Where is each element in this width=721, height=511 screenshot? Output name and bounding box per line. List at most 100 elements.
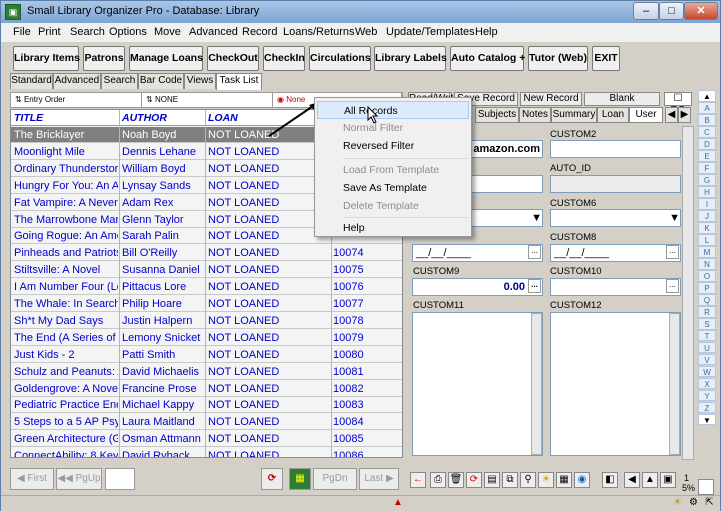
tab-scroll-left-icon[interactable]: ◀ bbox=[665, 107, 678, 123]
menu-delete-template[interactable]: Delete Template bbox=[317, 197, 469, 215]
alpha-y[interactable]: Y bbox=[698, 389, 716, 402]
library-labels-button[interactable]: Library Labels bbox=[374, 46, 447, 71]
custom6-dropdown[interactable]: ▼ bbox=[550, 209, 681, 227]
gallery-icon[interactable]: ▦ bbox=[556, 472, 572, 488]
table-row[interactable]: Schulz and Peanuts: A David Michaelis NOT … bbox=[11, 364, 402, 380]
menu-help[interactable]: Help bbox=[475, 26, 498, 38]
table-row[interactable]: ConnectAbility: 8 Keys David Ryback NOT LO… bbox=[11, 448, 402, 457]
menu-advanced[interactable]: Advanced bbox=[189, 26, 238, 38]
tab-notes[interactable]: Notes bbox=[519, 107, 551, 123]
panel-scrollbar[interactable] bbox=[682, 126, 694, 460]
tab-summary[interactable]: Summary bbox=[551, 107, 597, 123]
alpha-u[interactable]: U bbox=[698, 341, 716, 354]
tutor-web-button[interactable]: Tutor (Web) bbox=[528, 46, 588, 71]
tab-task-list[interactable]: Task List bbox=[216, 73, 262, 90]
tab-bar-code[interactable]: Bar Code bbox=[138, 73, 184, 89]
record-number-input[interactable] bbox=[105, 468, 135, 490]
column-header-title[interactable]: TITLE bbox=[14, 112, 43, 124]
alpha-i[interactable]: I bbox=[698, 197, 716, 210]
library-items-button[interactable]: Library Items bbox=[13, 46, 80, 71]
lightbulb-icon[interactable]: ☀ bbox=[671, 496, 684, 509]
alpha-k[interactable]: K bbox=[698, 221, 716, 234]
table-row[interactable]: 5 Steps to a 5 AP Psy Laura Maitland NOT L… bbox=[11, 414, 402, 431]
custom10-field[interactable]: ... bbox=[550, 278, 681, 296]
alpha-z[interactable]: Z bbox=[698, 401, 716, 414]
minimize-button[interactable]: – bbox=[633, 2, 659, 20]
menu-web[interactable]: Web bbox=[355, 26, 377, 38]
refresh-icon[interactable]: ⟳ bbox=[466, 472, 482, 488]
alpha-g[interactable]: G bbox=[698, 173, 716, 186]
alpha-s[interactable]: S bbox=[698, 317, 716, 330]
sort-field-2[interactable]: ⇅ NONE bbox=[142, 93, 273, 107]
menu-all-records[interactable]: All Records bbox=[317, 101, 469, 119]
alpha-r[interactable]: R bbox=[698, 305, 716, 318]
table-row[interactable]: Goldengrove: A Novel Francine Prose NOT LO… bbox=[11, 381, 402, 397]
split-arrow-icon[interactable]: ▲ bbox=[392, 496, 404, 509]
alpha-b[interactable]: B bbox=[698, 113, 716, 126]
tab-search[interactable]: Search bbox=[101, 73, 138, 89]
ellipsis-button[interactable]: ... bbox=[666, 245, 679, 259]
info-icon[interactable]: ▣ bbox=[660, 472, 676, 488]
sort-field-1[interactable]: ⇅ Entry Order bbox=[11, 93, 142, 107]
menu-normal-filter[interactable]: Normal Filter bbox=[317, 119, 469, 137]
table-row[interactable]: Just Kids - 2 Patti Smith NOT LOANED 10080 bbox=[11, 347, 402, 363]
blank-button[interactable]: Blank bbox=[584, 92, 660, 106]
menu-print[interactable]: Print bbox=[38, 26, 61, 38]
refresh-icon[interactable]: ⟳ bbox=[261, 468, 283, 490]
alpha-q[interactable]: Q bbox=[698, 293, 716, 306]
menu-file[interactable]: File bbox=[13, 26, 31, 38]
menu-help-item[interactable]: Help bbox=[317, 219, 469, 237]
ro-checkbox[interactable]: ☐ RO bbox=[664, 92, 692, 116]
alpha-x[interactable]: X bbox=[698, 377, 716, 390]
last-button[interactable]: Last ▶ bbox=[359, 468, 399, 490]
alpha-n[interactable]: N bbox=[698, 257, 716, 270]
circulations-button[interactable]: Circulations bbox=[309, 46, 371, 71]
alpha-v[interactable]: V bbox=[698, 353, 716, 366]
copy-icon[interactable]: ⧉ bbox=[502, 472, 518, 488]
tab-loan[interactable]: Loan bbox=[597, 107, 629, 123]
attach-icon[interactable]: ▲ bbox=[642, 472, 658, 488]
delete-icon[interactable]: 🗑 bbox=[448, 472, 464, 488]
alpha-d[interactable]: D bbox=[698, 137, 716, 150]
maximize-button[interactable]: □ bbox=[659, 2, 684, 20]
alpha-o[interactable]: O bbox=[698, 269, 716, 282]
custom9-field[interactable]: 0.00... bbox=[412, 278, 543, 296]
table-row[interactable]: Pinheads and Patriots Bill O'Reilly NOT LO… bbox=[11, 245, 402, 262]
back-arrow-icon[interactable]: ← bbox=[410, 472, 426, 488]
print-icon[interactable]: ⎙ bbox=[430, 472, 446, 488]
menu-search[interactable]: Search bbox=[70, 26, 105, 38]
alpha-c[interactable]: C bbox=[698, 125, 716, 138]
table-row[interactable]: Green Architecture (Gr Osman Attmann NOT L… bbox=[11, 431, 402, 448]
custom2-field[interactable] bbox=[550, 140, 681, 158]
table-row[interactable]: Stiltsville: A Novel Susanna Daniel NOT LO… bbox=[11, 262, 402, 279]
tip-icon[interactable]: ☀ bbox=[538, 472, 554, 488]
alpha-a[interactable]: A bbox=[698, 101, 716, 114]
patrons-button[interactable]: Patrons bbox=[83, 46, 125, 71]
alpha-w[interactable]: W bbox=[698, 365, 716, 378]
tab-views[interactable]: Views bbox=[184, 73, 216, 89]
alpha-p[interactable]: P bbox=[698, 281, 716, 294]
web-icon[interactable]: ◉ bbox=[574, 472, 590, 488]
scrollbar[interactable] bbox=[669, 313, 680, 455]
new-record-button[interactable]: New Record bbox=[520, 92, 582, 106]
custom12-textarea[interactable] bbox=[550, 312, 681, 456]
alpha-m[interactable]: M bbox=[698, 245, 716, 258]
manage-loans-button[interactable]: Manage Loans bbox=[129, 46, 203, 71]
menu-loans-returns[interactable]: Loans/Returns bbox=[283, 26, 355, 38]
menu-move[interactable]: Move bbox=[154, 26, 181, 38]
alpha-j[interactable]: J bbox=[698, 209, 716, 222]
checkout-button[interactable]: CheckOut bbox=[207, 46, 259, 71]
tab-scroll-right-icon[interactable]: ▶ bbox=[678, 107, 691, 123]
first-button[interactable]: ◀ First bbox=[10, 468, 54, 490]
scrollbar[interactable] bbox=[531, 313, 542, 455]
report-icon[interactable]: ▤ bbox=[484, 472, 500, 488]
scroll-down-icon[interactable]: ▼ bbox=[698, 413, 716, 426]
close-button[interactable]: ✕ bbox=[684, 2, 718, 20]
table-row[interactable]: Sh*t My Dad Says Justin Halpern NOT LOANED… bbox=[11, 313, 402, 329]
resize-grip-icon[interactable]: ⇱ bbox=[703, 496, 716, 509]
menu-options[interactable]: Options bbox=[109, 26, 147, 38]
alpha-h[interactable]: H bbox=[698, 185, 716, 198]
pgup-button[interactable]: ◀◀ PgUp bbox=[56, 468, 102, 490]
alpha-l[interactable]: L bbox=[698, 233, 716, 246]
alpha-t[interactable]: T bbox=[698, 329, 716, 342]
